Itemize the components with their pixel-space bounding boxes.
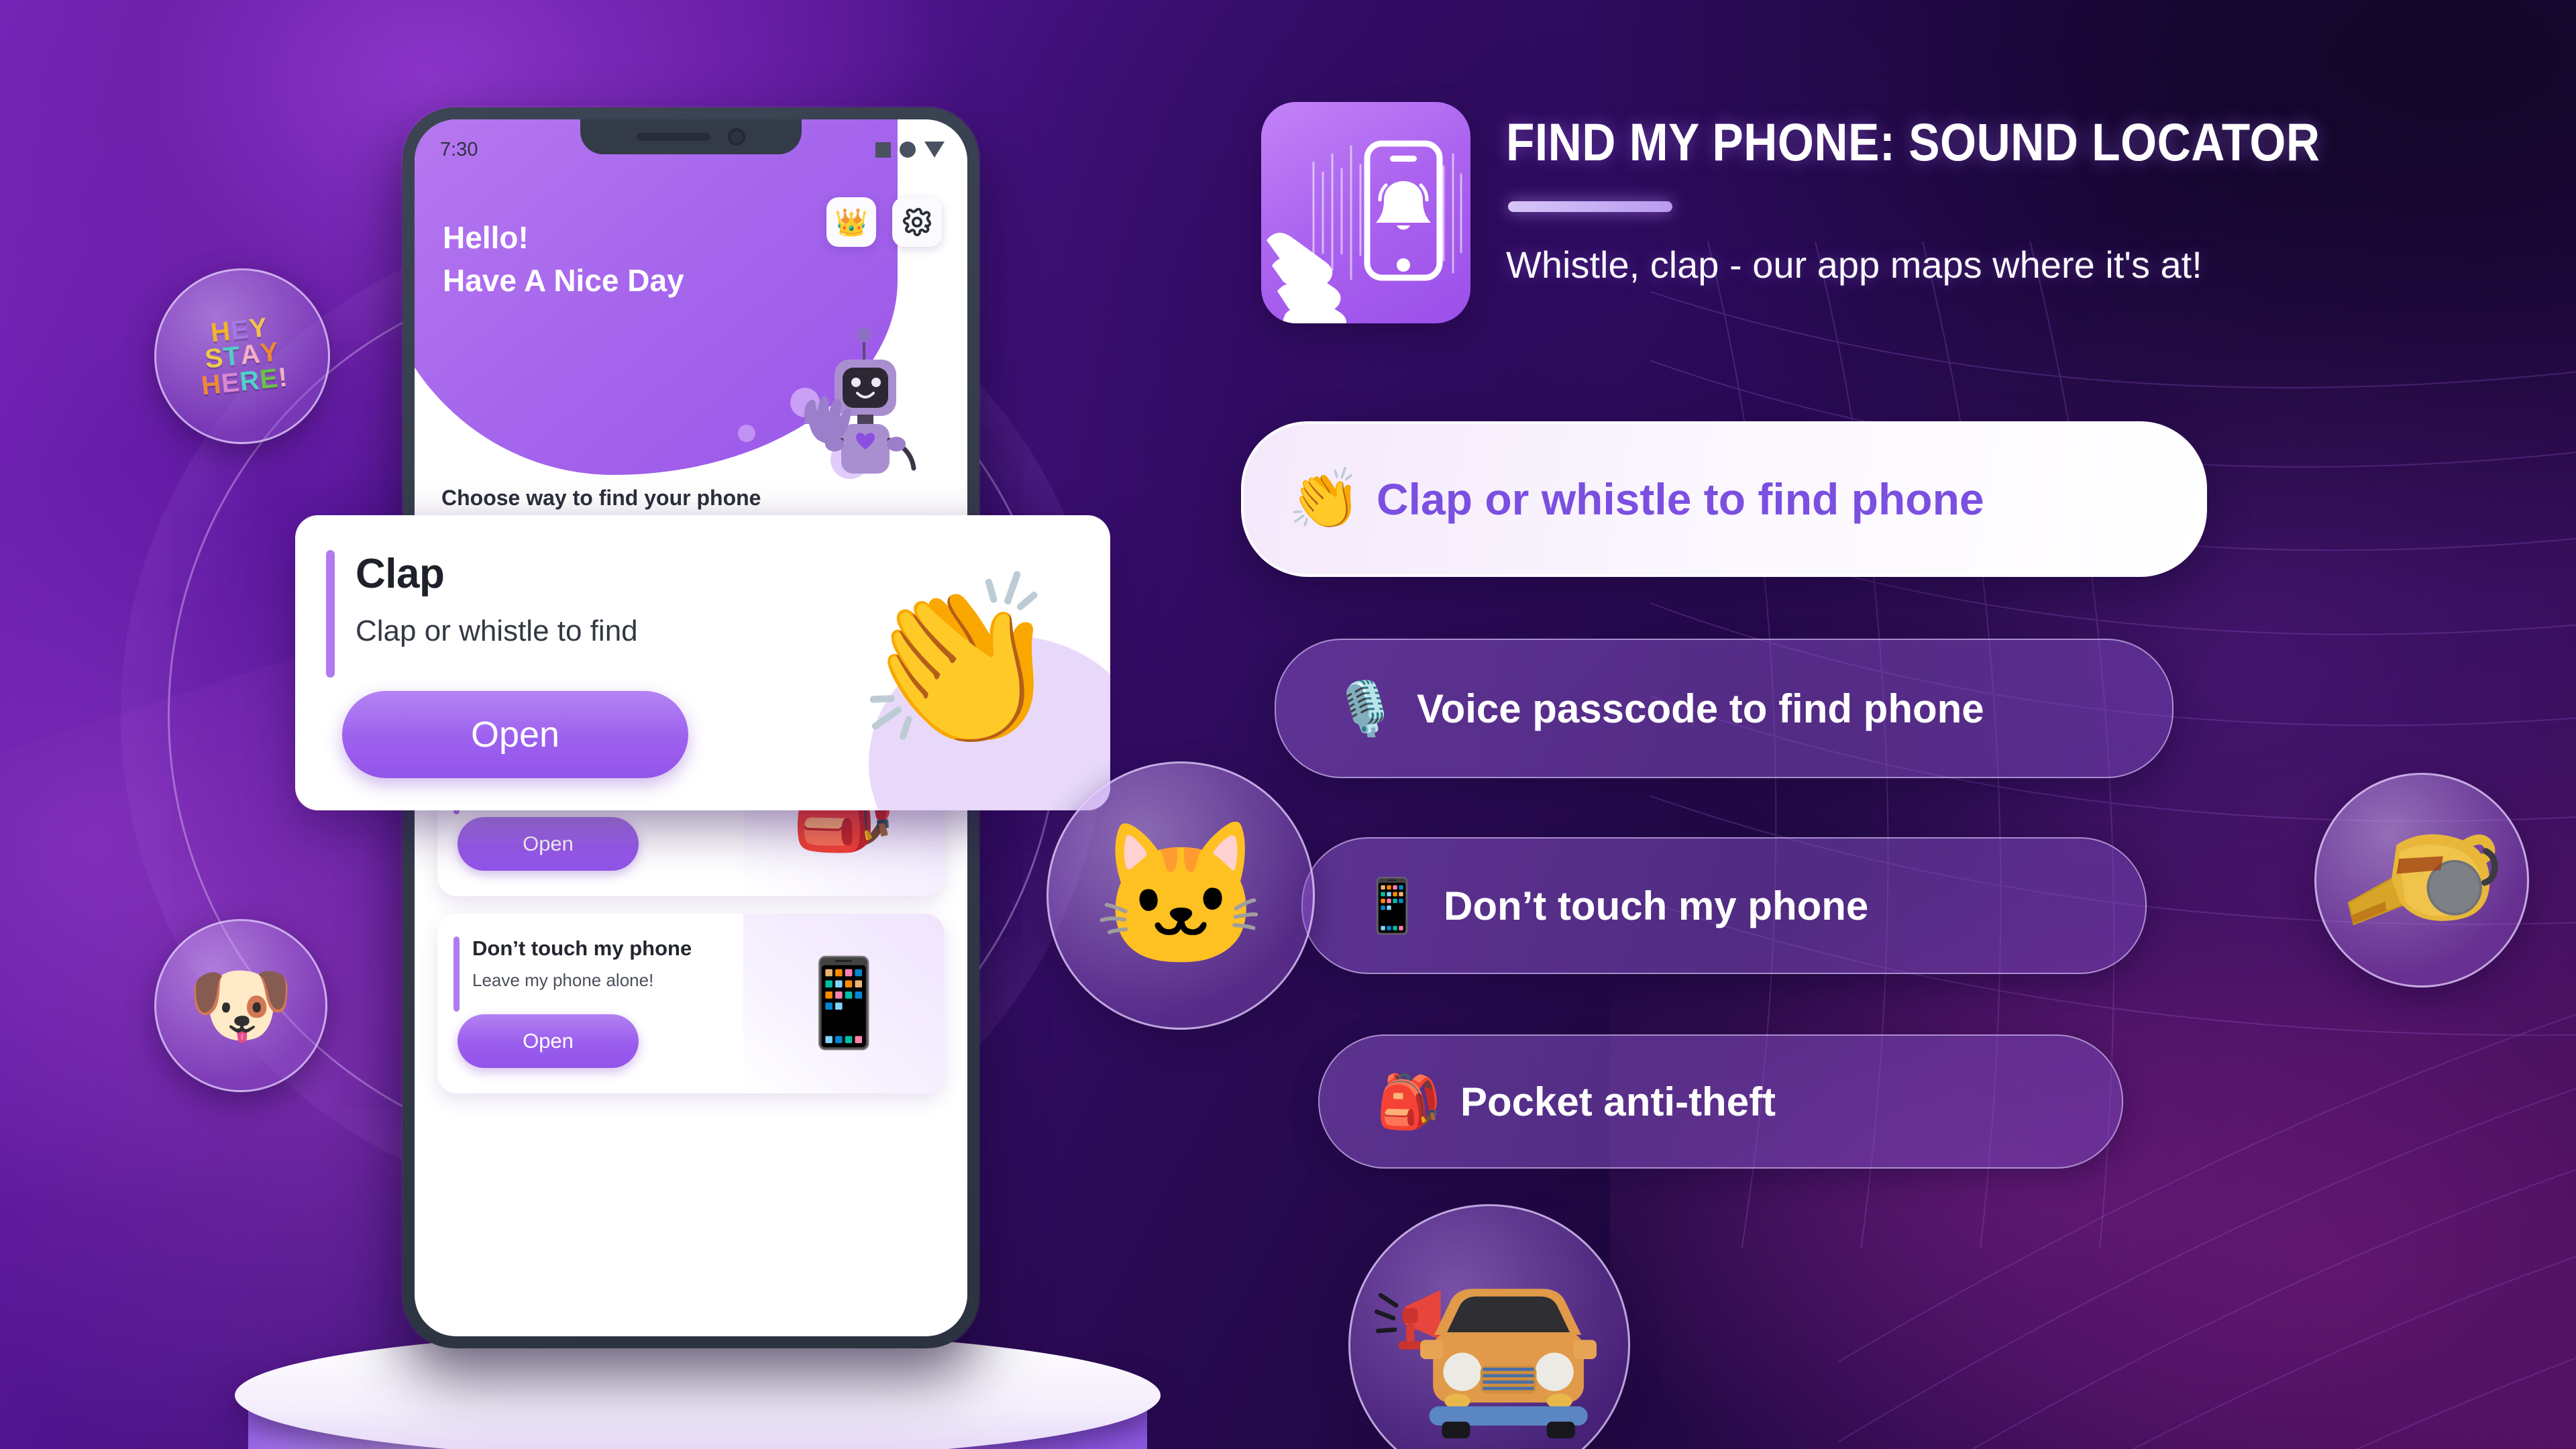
whistle-badge <box>2314 773 2529 987</box>
card-open-button[interactable]: Open <box>458 1014 639 1068</box>
feature-pill-voice-passcode[interactable]: 🎙️ Voice passcode to find phone <box>1275 639 2174 778</box>
app-card[interactable]: 📱 Don’t touch my phone Leave my phone al… <box>437 914 945 1093</box>
premium-crown-button[interactable]: 👑 <box>826 197 876 247</box>
feature-pill-label: Clap or whistle to find phone <box>1377 474 1984 524</box>
feature-pill-clap-or-whistle[interactable]: 👏 Clap or whistle to find phone <box>1241 421 2207 577</box>
featured-open-button[interactable]: Open <box>342 691 688 778</box>
waving-robot-mascot <box>804 327 916 474</box>
featured-accent-bar <box>326 550 335 678</box>
status-bar-clock: 7:30 <box>440 138 478 160</box>
phone-notch <box>580 119 802 154</box>
card-accent-bar <box>453 936 460 1012</box>
greeting-line-2: Have A Nice Day <box>443 263 684 299</box>
whistle-icon <box>2347 834 2498 926</box>
card-title: Don’t touch my phone <box>472 936 692 960</box>
dog-icon: 🐶 <box>187 957 294 1053</box>
feature-pill-label: Voice passcode to find phone <box>1417 686 1984 731</box>
dog-badge: 🐶 <box>154 919 327 1092</box>
greeting-line-1: Hello! <box>443 220 529 255</box>
cat-icon: 🐱 <box>1093 816 1269 974</box>
header-dot <box>738 425 755 442</box>
car-megaphone-icon <box>1375 1289 1597 1439</box>
gear-icon <box>902 207 932 237</box>
balloon-letters: HEY STAY HERE! <box>200 313 290 401</box>
clapping-hands-icon: 👏 <box>855 568 1064 755</box>
pedestal-top <box>235 1332 1161 1449</box>
section-title: Choose way to find your phone <box>441 486 761 510</box>
square-icon <box>875 142 891 158</box>
feature-pill-pocket-anti-theft[interactable]: 🎒 Pocket anti-theft <box>1318 1034 2123 1169</box>
greeting-block: Hello! Have A Nice Day <box>443 219 684 299</box>
dont-touch-my-phone-icon: 📱 <box>790 955 898 1051</box>
status-bar-icons <box>875 142 945 158</box>
header-buttons: 👑 <box>826 197 942 247</box>
feature-pill-label: Pocket anti-theft <box>1460 1079 1776 1124</box>
settings-button[interactable] <box>892 197 942 247</box>
feature-pill-dont-touch-my-phone[interactable]: 📱 Don’t touch my phone <box>1301 837 2147 974</box>
front-camera <box>728 128 745 146</box>
card-open-button[interactable]: Open <box>458 817 639 871</box>
cat-badge: 🐱 <box>1046 761 1315 1030</box>
triangle-down-icon <box>924 142 945 158</box>
featured-card-subtitle: Clap or whistle to find <box>356 614 638 647</box>
phone-mockup-stage: 7:30 Hello! Have A Nice Day 👑 Choose way… <box>0 0 1315 1449</box>
studio-microphone-icon: 🎙️ <box>1332 679 1398 738</box>
featured-card-title: Clap <box>356 551 445 597</box>
feature-pill-label: Don’t touch my phone <box>1444 883 1869 928</box>
page-title: FIND MY PHONE: SOUND LOCATOR <box>1506 112 2320 172</box>
app-icon <box>1261 102 1470 323</box>
clapping-hands-phone-bell-icon <box>1267 140 1462 323</box>
crown-icon: 👑 <box>835 207 868 237</box>
clapping-hands-icon: 👏 <box>1288 466 1362 532</box>
circle-icon <box>900 142 916 158</box>
dont-touch-my-phone-icon: 📱 <box>1359 876 1425 935</box>
backpack-alert-icon: 🎒 <box>1376 1072 1442 1131</box>
card-art: 📱 <box>743 914 945 1093</box>
featured-clap-card[interactable]: Clap Clap or whistle to find Open 👏 <box>295 515 1110 810</box>
page-subtitle: Whistle, clap - our app maps where it's … <box>1506 244 2202 286</box>
pedestal <box>235 1332 1161 1449</box>
earpiece-speaker <box>637 133 710 141</box>
card-subtitle: Leave my phone alone! <box>472 970 654 990</box>
hey-stay-here-balloons-badge: HEY STAY HERE! <box>154 268 330 444</box>
title-underline-rule <box>1508 201 1672 212</box>
